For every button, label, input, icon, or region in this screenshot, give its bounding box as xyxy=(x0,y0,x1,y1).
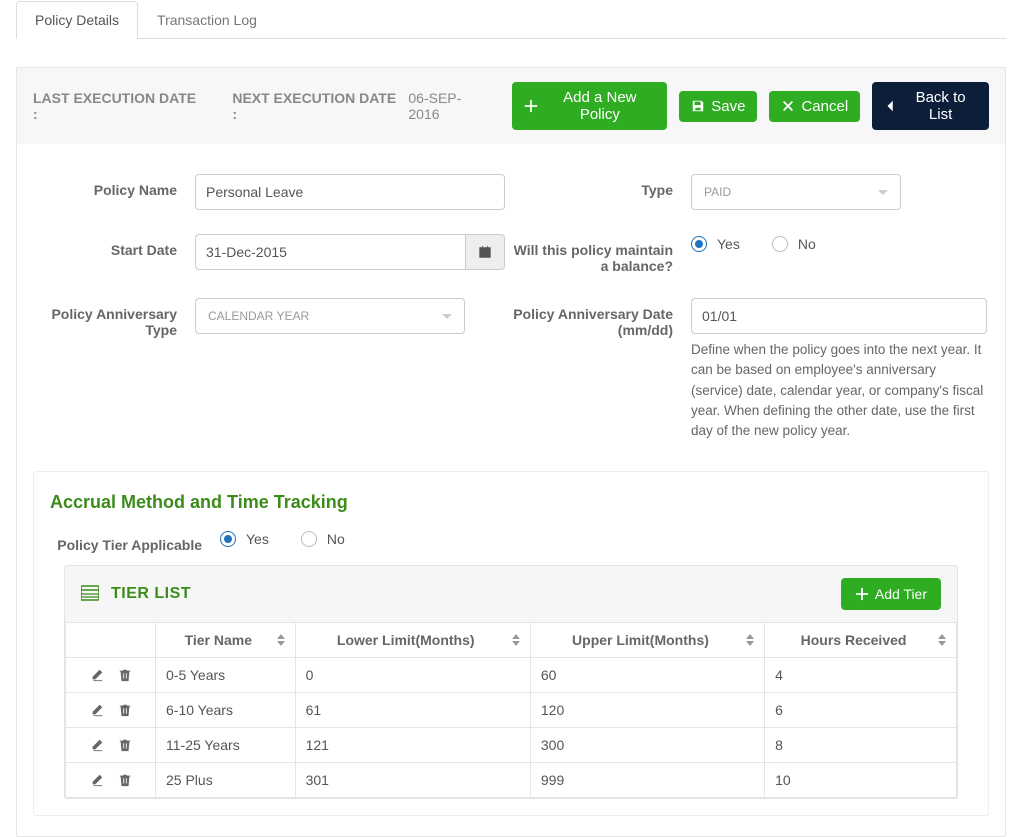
accrual-section: Accrual Method and Time Tracking Policy … xyxy=(33,471,989,816)
sort-icon xyxy=(746,634,754,646)
tier-applicable-yes-radio[interactable]: Yes xyxy=(220,531,269,547)
start-date-label: Start Date xyxy=(35,234,195,274)
anniversary-date-label: Policy Anniversary Date (mm/dd) xyxy=(511,298,691,441)
edit-icon[interactable] xyxy=(90,703,104,717)
table-row: 11-25 Years1213008 xyxy=(66,728,957,763)
balance-label: Will this policy maintain a balance? xyxy=(511,234,691,274)
tier-name-cell: 6-10 Years xyxy=(156,693,296,728)
tier-applicable-no-radio[interactable]: No xyxy=(301,531,345,547)
sort-icon xyxy=(277,634,285,646)
balance-yes-label: Yes xyxy=(717,236,740,252)
balance-no-radio[interactable]: No xyxy=(772,236,816,252)
tier-upper-cell: 999 xyxy=(530,763,764,798)
type-label: Type xyxy=(511,174,691,210)
sort-icon xyxy=(512,634,520,646)
cancel-label: Cancel xyxy=(801,98,848,115)
policy-name-label: Policy Name xyxy=(35,174,195,210)
header-bar: LAST EXECUTION DATE : NEXT EXECUTION DAT… xyxy=(17,68,1005,144)
tier-hours-cell: 4 xyxy=(765,658,957,693)
tier-lower-cell: 301 xyxy=(295,763,530,798)
trash-icon[interactable] xyxy=(118,773,132,787)
table-row: 0-5 Years0604 xyxy=(66,658,957,693)
tier-col-hours[interactable]: Hours Received xyxy=(765,623,957,658)
tier-list-panel: TIER LIST Add Tier xyxy=(64,565,958,799)
tier-applicable-label: Policy Tier Applicable xyxy=(50,529,220,553)
last-execution-label: LAST EXECUTION DATE : xyxy=(33,90,196,122)
arrow-left-icon xyxy=(884,99,898,113)
add-policy-button[interactable]: Add a New Policy xyxy=(512,82,667,130)
tabs: Policy Details Transaction Log xyxy=(16,0,1006,39)
type-select[interactable]: PAID xyxy=(691,174,901,210)
chevron-down-icon xyxy=(442,314,452,319)
add-tier-label: Add Tier xyxy=(875,586,927,602)
type-select-value: PAID xyxy=(704,185,731,199)
anniversary-date-input[interactable] xyxy=(691,298,987,334)
accrual-title: Accrual Method and Time Tracking xyxy=(34,488,988,529)
balance-yes-radio[interactable]: Yes xyxy=(691,236,740,252)
tier-col-actions xyxy=(66,623,156,658)
tier-col-lower[interactable]: Lower Limit(Months) xyxy=(295,623,530,658)
tier-lower-cell: 61 xyxy=(295,693,530,728)
table-row: 6-10 Years611206 xyxy=(66,693,957,728)
anniversary-type-label: Policy Anniversary Type xyxy=(35,298,195,441)
balance-no-label: No xyxy=(798,236,816,252)
save-button[interactable]: Save xyxy=(679,91,757,122)
form-area: Policy Name Type PAID xyxy=(17,144,1005,461)
edit-icon[interactable] xyxy=(90,773,104,787)
tier-col-name[interactable]: Tier Name xyxy=(156,623,296,658)
calendar-icon xyxy=(478,245,492,259)
back-label: Back to List xyxy=(904,89,977,123)
tier-upper-cell: 120 xyxy=(530,693,764,728)
tab-transaction-log[interactable]: Transaction Log xyxy=(138,1,276,39)
sort-icon xyxy=(938,634,946,646)
tier-yes-label: Yes xyxy=(246,531,269,547)
edit-icon[interactable] xyxy=(90,738,104,752)
tier-upper-cell: 60 xyxy=(530,658,764,693)
calendar-picker-button[interactable] xyxy=(466,234,505,270)
tier-hours-cell: 8 xyxy=(765,728,957,763)
list-icon xyxy=(81,585,99,604)
tier-upper-cell: 300 xyxy=(530,728,764,763)
trash-icon[interactable] xyxy=(118,703,132,717)
tier-table: Tier Name Lower Limit(Months) xyxy=(65,622,957,798)
table-row: 25 Plus30199910 xyxy=(66,763,957,798)
cancel-icon xyxy=(781,99,795,113)
tier-hours-cell: 10 xyxy=(765,763,957,798)
next-execution-label: NEXT EXECUTION DATE : xyxy=(232,90,396,122)
tier-list-title: TIER LIST xyxy=(111,585,191,603)
content-box: LAST EXECUTION DATE : NEXT EXECUTION DAT… xyxy=(16,67,1006,837)
trash-icon[interactable] xyxy=(118,668,132,682)
plus-icon xyxy=(855,587,869,601)
start-date-input[interactable] xyxy=(195,234,466,270)
tier-name-cell: 11-25 Years xyxy=(156,728,296,763)
tab-policy-details[interactable]: Policy Details xyxy=(16,1,138,39)
plus-icon xyxy=(524,99,538,113)
anniversary-type-value: CALENDAR YEAR xyxy=(208,309,309,323)
next-execution-value: 06-SEP-2016 xyxy=(408,90,488,122)
back-to-list-button[interactable]: Back to List xyxy=(872,82,989,130)
save-icon xyxy=(691,99,705,113)
tier-name-cell: 0-5 Years xyxy=(156,658,296,693)
cancel-button[interactable]: Cancel xyxy=(769,91,860,122)
trash-icon[interactable] xyxy=(118,738,132,752)
anniversary-type-select[interactable]: CALENDAR YEAR xyxy=(195,298,465,334)
tier-no-label: No xyxy=(327,531,345,547)
policy-name-input[interactable] xyxy=(195,174,505,210)
chevron-down-icon xyxy=(878,190,888,195)
add-tier-button[interactable]: Add Tier xyxy=(841,578,941,610)
tier-name-cell: 25 Plus xyxy=(156,763,296,798)
add-policy-label: Add a New Policy xyxy=(544,89,655,123)
anniversary-helper-text: Define when the policy goes into the nex… xyxy=(691,340,987,441)
save-label: Save xyxy=(711,98,745,115)
tier-hours-cell: 6 xyxy=(765,693,957,728)
tier-lower-cell: 0 xyxy=(295,658,530,693)
tier-col-upper[interactable]: Upper Limit(Months) xyxy=(530,623,764,658)
tier-lower-cell: 121 xyxy=(295,728,530,763)
edit-icon[interactable] xyxy=(90,668,104,682)
